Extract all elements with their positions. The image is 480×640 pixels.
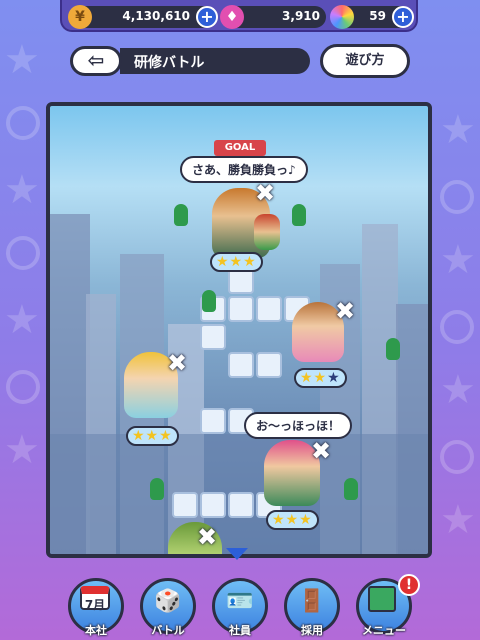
tree-icon [150, 478, 164, 500]
nav-headquarters[interactable]: 7月 本社 [64, 578, 128, 640]
coin-icon [440, 180, 474, 214]
nav-employees[interactable]: 🪪 社員 [208, 578, 272, 640]
coin-icon [6, 370, 40, 404]
energy-counter: ♦ 3,910 [220, 5, 326, 29]
coin-icon [440, 440, 474, 474]
coin-value: 4,130,610 [122, 9, 190, 23]
door-icon: 🚪 [298, 589, 326, 614]
star-rating: ★★★ [126, 426, 179, 446]
coin-icon: ¥ [68, 5, 92, 29]
menu-book-icon [368, 586, 396, 612]
star-icon: ★ [4, 167, 40, 213]
opponent-character-small[interactable] [254, 214, 280, 250]
calendar-icon: 7月 [80, 586, 110, 612]
defeated-x-icon: ✖ [254, 179, 276, 207]
star-icon: ★ [4, 297, 40, 343]
defeated-x-icon: ✖ [196, 523, 218, 551]
star-rating: ★★★ [266, 510, 319, 530]
coin-icon [440, 310, 474, 344]
energy-drop-icon: ♦ [220, 5, 244, 29]
scroll-down-arrow[interactable] [226, 548, 248, 560]
path-tile [172, 492, 198, 518]
path-tile [228, 352, 254, 378]
path-tile [228, 492, 254, 518]
energy-value: 3,910 [282, 9, 320, 23]
currency-bar: ¥ 4,130,610 + ♦ 3,910 59 + [60, 0, 418, 32]
dice-icon: 🎲 [154, 589, 182, 614]
path-tile [228, 296, 254, 322]
tree-icon [386, 338, 400, 360]
gem-value: 59 [369, 9, 386, 23]
add-coins-button[interactable]: + [196, 6, 218, 28]
id-card-icon: 🪪 [226, 589, 254, 614]
defeated-x-icon: ✖ [334, 297, 356, 325]
coin-icon [6, 236, 40, 270]
howto-button[interactable]: 遊び方 [320, 44, 410, 78]
notification-badge: ! [398, 574, 420, 596]
tree-icon [202, 290, 216, 312]
speech-bubble: さあ、勝負勝負っ♪ [180, 156, 308, 183]
path-tile [200, 408, 226, 434]
nav-label: メニュー [362, 624, 406, 637]
star-icon: ★ [440, 497, 476, 543]
speech-bubble: お～っほっほ！ [244, 412, 353, 439]
gem-counter: 59 + [330, 5, 414, 29]
nav-battle[interactable]: 🎲 バトル [136, 578, 200, 640]
page-title-bar: 研修バトル [120, 48, 310, 74]
page-title: 研修バトル [134, 55, 205, 71]
add-gems-button[interactable]: + [392, 6, 414, 28]
star-icon: ★ [440, 367, 476, 413]
star-icon: ★ [4, 37, 40, 83]
back-button[interactable]: ⇦ [70, 46, 122, 76]
path-tile [256, 352, 282, 378]
nav-label: 社員 [229, 624, 251, 637]
coin-counter: ¥ 4,130,610 + [68, 5, 218, 29]
back-arrow-icon: ⇦ [87, 48, 105, 72]
star-icon: ★ [4, 427, 40, 473]
coin-icon [6, 106, 40, 140]
tree-icon [174, 204, 188, 226]
star-rating: ★★★ [210, 252, 263, 272]
star-icon: ★ [440, 237, 476, 283]
gem-icon [330, 5, 354, 29]
star-rating: ★★★ [294, 368, 347, 388]
defeated-x-icon: ✖ [166, 349, 188, 377]
tree-icon [344, 478, 358, 500]
path-tile [256, 296, 282, 322]
star-icon: ★ [440, 107, 476, 153]
goal-sign: GOAL [214, 140, 266, 156]
nav-label: バトル [151, 624, 185, 637]
tree-icon [292, 204, 306, 226]
nav-menu[interactable]: ! メニュー [352, 574, 420, 640]
nav-label: 本社 [85, 624, 107, 637]
nav-recruit[interactable]: 🚪 採用 [280, 578, 344, 640]
nav-label: 採用 [301, 624, 323, 637]
defeated-x-icon: ✖ [310, 437, 332, 465]
path-tile [200, 324, 226, 350]
path-tile [200, 492, 226, 518]
